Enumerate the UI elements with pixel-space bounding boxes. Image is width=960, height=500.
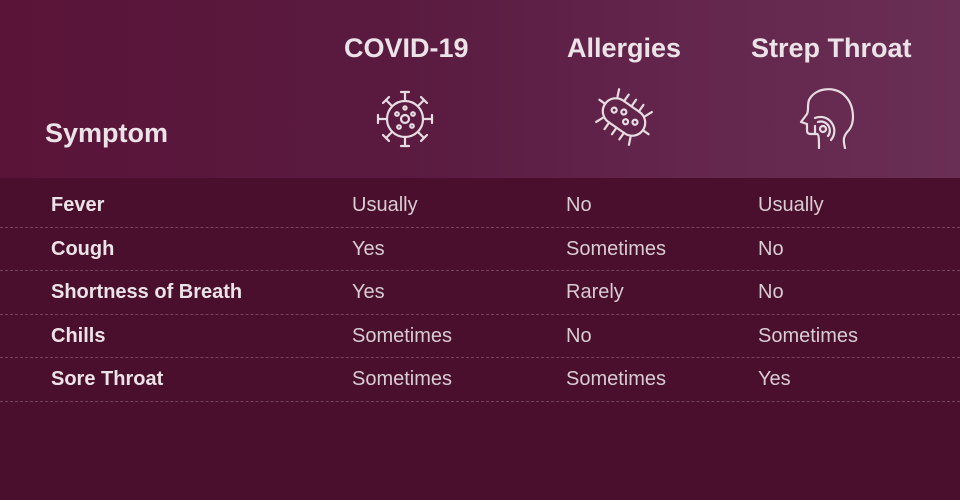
strep-throat-value: Yes <box>758 368 791 390</box>
table-row: Cough Yes Sometimes No <box>0 228 960 271</box>
virus-icon <box>372 84 438 154</box>
covid-value: Usually <box>352 194 418 216</box>
symptom-label: Cough <box>51 237 115 260</box>
symptom-label: Chills <box>51 324 106 347</box>
allergies-column-header: Allergies <box>567 33 682 63</box>
symptom-table: Fever Usually No Usually Cough Yes Somet… <box>0 184 960 402</box>
strep-throat-value: Sometimes <box>758 324 859 347</box>
strep-throat-column-header: Strep Throat <box>751 33 912 63</box>
strep-throat-value: Usually <box>758 194 824 216</box>
symptom-label: Shortness of Breath <box>51 281 243 303</box>
covid-value: Sometimes <box>352 368 453 390</box>
allergies-value: Sometimes <box>566 237 667 260</box>
table-row: Fever Usually No Usually <box>0 184 960 228</box>
symptom-label: Sore Throat <box>51 368 164 390</box>
table-row: Chills Sometimes No Sometimes <box>0 315 960 358</box>
bacteria-icon <box>591 84 657 154</box>
table-row: Shortness of Breath Yes Rarely No <box>0 271 960 315</box>
symptom-column-header: Symptom <box>45 118 169 148</box>
covid-value: Sometimes <box>352 324 453 347</box>
strep-throat-value: No <box>758 281 784 303</box>
covid-value: Yes <box>352 237 385 260</box>
strep-throat-value: No <box>758 237 784 260</box>
table-row: Sore Throat Sometimes Sometimes Yes <box>0 358 960 402</box>
allergies-value: No <box>566 324 592 347</box>
symptom-label: Fever <box>51 194 105 216</box>
allergies-value: Rarely <box>566 281 624 303</box>
covid-value: Yes <box>352 281 385 303</box>
allergies-value: Sometimes <box>566 368 667 390</box>
covid-column-header: COVID-19 <box>344 33 469 63</box>
allergies-value: No <box>566 194 592 216</box>
sore-throat-head-icon <box>793 84 859 154</box>
